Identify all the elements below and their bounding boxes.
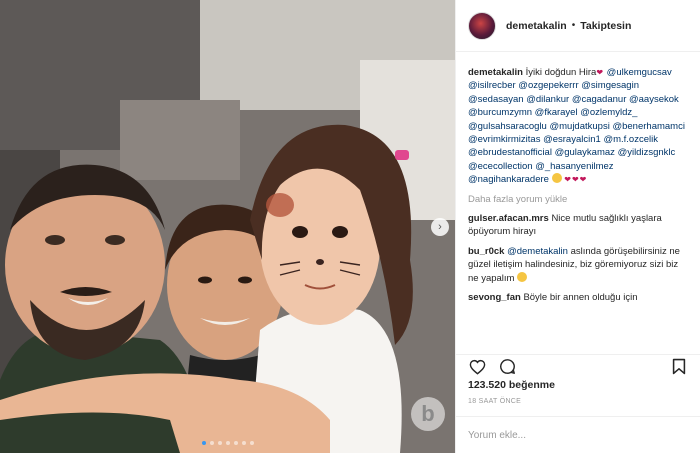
post-photo[interactable]: › b <box>0 0 455 453</box>
carousel-dot[interactable] <box>201 441 206 445</box>
load-more-comments-link[interactable]: Daha fazla yorum yükle <box>468 193 688 206</box>
action-bar <box>456 354 700 378</box>
heart-emoji-icon: ❤ <box>596 68 605 77</box>
comment-item: gulser.afacan.mrs Nice mutlu sağlıklı ya… <box>468 212 688 239</box>
carousel-dot[interactable] <box>249 441 254 445</box>
caption-mention[interactable]: @gulaykamaz <box>555 147 615 158</box>
carousel-indicator <box>0 441 455 445</box>
carousel-dot[interactable] <box>209 441 214 445</box>
caption-mention[interactable]: @evrimkirmizitas <box>468 134 540 145</box>
caption: demetakalin İyiki doğdun Hira❤ @ulkemguc… <box>468 66 688 187</box>
caption-mention[interactable]: @yildizsgnklc <box>618 147 676 158</box>
caption-mention[interactable]: @benerhamamci <box>612 121 684 132</box>
comment-username[interactable]: sevong_fan <box>468 292 521 303</box>
comment-mention[interactable]: @demetakalin <box>507 246 568 257</box>
caption-username[interactable]: demetakalin <box>468 67 523 78</box>
caption-mention[interactable]: @esrayalcin1 <box>543 134 601 145</box>
caption-mention[interactable]: @ozlemyldz_ <box>580 107 637 118</box>
caption-mention[interactable]: @isilrecber <box>468 80 516 91</box>
post-timestamp[interactable]: 18 SAAT ÖNCE <box>468 398 521 405</box>
header-username[interactable]: demetakalin <box>506 20 567 32</box>
carousel-dot[interactable] <box>241 441 246 445</box>
bookmark-icon[interactable] <box>670 358 688 376</box>
caption-mention[interactable]: @_hasanyenilmez <box>535 161 613 172</box>
caption-mention[interactable]: @sedasayan <box>468 94 524 105</box>
caption-mention[interactable]: @burcumzymn <box>468 107 532 118</box>
caption-mention[interactable]: @dilankur <box>526 94 569 105</box>
carousel-dot[interactable] <box>217 441 222 445</box>
comment-input[interactable] <box>468 429 688 441</box>
carousel-dot[interactable] <box>233 441 238 445</box>
header-separator: • <box>571 20 576 31</box>
instagram-post: › b demetakalin • Takiptesin demetakalin… <box>0 0 700 453</box>
watermark-logo: b <box>411 397 445 431</box>
smile-emoji-icon <box>517 271 528 282</box>
chevron-right-icon[interactable]: › <box>431 217 449 236</box>
caption-text: İyiki doğdun Hira <box>525 67 597 78</box>
hearts-emoji-icon: ❤❤❤ <box>564 175 588 185</box>
speech-bubble-icon[interactable] <box>498 358 516 376</box>
add-comment-box <box>456 416 700 453</box>
caption-mention[interactable]: @mujdatkupsi <box>549 121 609 132</box>
caption-mention[interactable]: @ececollection <box>468 161 533 172</box>
smile-emoji-icon <box>551 173 562 184</box>
heart-outline-icon[interactable] <box>468 358 486 376</box>
caption-mention[interactable]: @ulkemgucsav <box>607 67 672 78</box>
caption-mention[interactable]: @ozgepekerrr <box>518 80 578 91</box>
caption-mention[interactable]: @cagadanur <box>572 94 627 105</box>
like-count[interactable]: 123.520 beğenme <box>468 379 555 391</box>
caption-mention[interactable]: @m.f.ozcelik <box>603 134 658 145</box>
family-photo-illustration <box>0 0 455 453</box>
comment-text: Böyle bir annen olduğu için <box>523 292 638 304</box>
avatar[interactable] <box>468 11 496 40</box>
caption-mention[interactable]: @simgesagin <box>581 80 639 91</box>
caption-mention[interactable]: @gulsahsaracoglu <box>468 121 547 132</box>
carousel-dot[interactable] <box>225 441 230 445</box>
caption-mentions: @ulkemgucsav @isilrecber @ozgepekerrr @s… <box>468 67 685 185</box>
comment-item: sevong_fan Böyle bir annen olduğu için <box>468 291 688 304</box>
comment-username[interactable]: gulser.afacan.mrs <box>468 213 549 224</box>
follow-status-button[interactable]: Takiptesin <box>580 20 631 32</box>
post-header: demetakalin • Takiptesin <box>456 0 700 52</box>
caption-mention[interactable]: @fkarayel <box>535 107 578 118</box>
comment-thread: demetakalin İyiki doğdun Hira❤ @ulkemguc… <box>456 52 700 453</box>
caption-mention[interactable]: @ebrudestanofficial <box>468 147 552 158</box>
comment-username[interactable]: bu_r0ck <box>468 246 504 257</box>
post-side-panel: demetakalin • Takiptesin demetakalin İyi… <box>455 0 700 453</box>
caption-mention[interactable]: @nagihankaradere <box>468 174 549 185</box>
caption-mention[interactable]: @aaysekok <box>629 94 679 105</box>
comment-item: bu_r0ck @demetakalin aslında görüşebilir… <box>468 245 688 285</box>
